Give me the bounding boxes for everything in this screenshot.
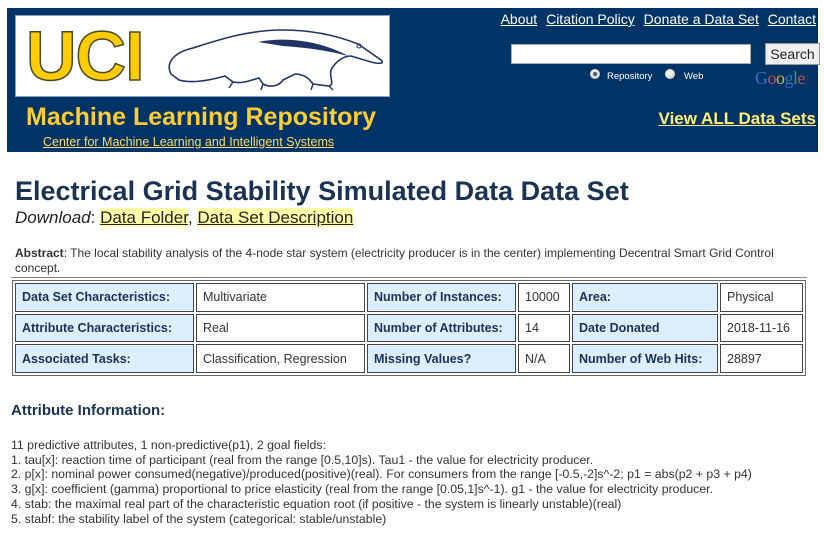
data-folder-link[interactable]: Data Folder [100, 208, 188, 227]
table-value: Classification, Regression [196, 344, 365, 373]
table-value: 10000 [518, 283, 570, 312]
attribute-line: 2. p[x]: nominal power consumed(negative… [11, 467, 752, 482]
table-label: Number of Instances: [367, 283, 516, 312]
attribute-line: 3. g[x]: coefficient (gamma) proportiona… [11, 482, 714, 497]
dataset-info-table: Data Set Characteristics: Multivariate N… [12, 280, 806, 376]
table-value: 2018-11-16 [720, 313, 803, 343]
attribute-info-heading: Attribute Information: [11, 402, 166, 419]
uci-logo[interactable]: UCI [15, 15, 390, 97]
view-all-datasets-link[interactable]: View ALL Data Sets [659, 109, 816, 129]
radio-repository-label: Repository [607, 71, 653, 82]
attribute-line: 4. stab: the maximal real part of the ch… [11, 496, 622, 511]
table-label: Date Donated [572, 313, 718, 343]
nav-donate-link[interactable]: Donate a Data Set [644, 11, 759, 27]
table-label: Attribute Characteristics: [15, 313, 194, 343]
table-label: Missing Values? [367, 344, 516, 373]
abstract-label: Abstract [15, 246, 64, 260]
search-input[interactable] [511, 44, 751, 64]
google-logo: Google [755, 68, 806, 88]
table-value: 28897 [720, 344, 803, 373]
site-header: UCI Machine Learning Repository Center f… [7, 8, 820, 152]
table-value: N/A [518, 344, 570, 373]
attribute-line: 5. stabf: the stability label of the sys… [11, 511, 387, 526]
anteater-icon [168, 29, 384, 91]
abstract-text: The local stability analysis of the 4-no… [15, 246, 774, 275]
divider [11, 277, 807, 278]
top-nav: About Citation Policy Donate a Data Set … [496, 11, 816, 27]
table-row: Associated Tasks: Classification, Regres… [15, 344, 803, 373]
data-set-description-link[interactable]: Data Set Description [197, 208, 354, 227]
search-button[interactable]: Search [765, 43, 820, 65]
repository-title: Machine Learning Repository [26, 103, 377, 131]
table-label: Associated Tasks: [15, 344, 194, 373]
center-link[interactable]: Center for Machine Learning and Intellig… [43, 135, 334, 149]
table-label: Area: [572, 283, 718, 312]
table-label: Data Set Characteristics: [15, 283, 194, 312]
table-label: Number of Web Hits: [572, 344, 718, 373]
nav-contact-link[interactable]: Contact [768, 11, 816, 27]
attribute-info-body: 11 predictive attributes, 1 non-predicti… [11, 438, 752, 526]
nav-about-link[interactable]: About [501, 11, 538, 27]
download-line: Download: Data Folder, Data Set Descript… [15, 208, 354, 227]
abstract: Abstract: The local stability analysis o… [15, 246, 774, 275]
attribute-line: 1. tau[x]: reaction time of participant … [11, 452, 594, 467]
download-label: Download [15, 208, 91, 227]
table-value: Real [196, 313, 365, 343]
radio-web[interactable] [665, 69, 675, 79]
table-row: Data Set Characteristics: Multivariate N… [15, 283, 803, 312]
table-value: Multivariate [196, 283, 365, 312]
table-label: Number of Attributes: [367, 313, 516, 343]
radio-web-label: Web [684, 71, 704, 82]
table-row: Attribute Characteristics: Real Number o… [15, 313, 803, 343]
attribute-line: 11 predictive attributes, 1 non-predicti… [11, 438, 326, 452]
uci-logo-text: UCI [25, 17, 145, 95]
radio-repository[interactable] [590, 69, 600, 79]
table-value: Physical [720, 283, 803, 312]
table-value: 14 [518, 313, 570, 343]
page-title: Electrical Grid Stability Simulated Data… [15, 176, 629, 206]
nav-citation-policy-link[interactable]: Citation Policy [546, 11, 635, 27]
